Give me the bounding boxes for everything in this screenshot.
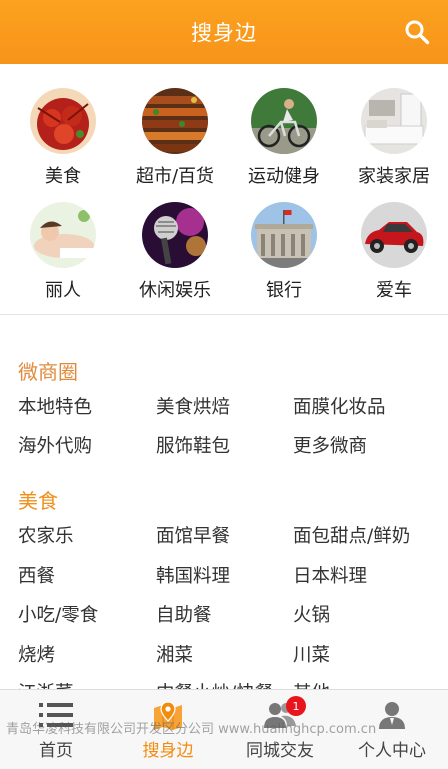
link-bbq[interactable]: 烧烤 [18,641,55,667]
link-korean[interactable]: 韩国料理 [156,562,230,588]
page-title: 搜身边 [191,21,257,45]
link-buffet[interactable]: 自助餐 [156,601,212,627]
link-farmhouse[interactable]: 农家乐 [18,522,74,548]
market-skewers-icon [142,88,208,154]
category-car[interactable]: 爱车 [338,192,448,304]
link-local-specialty[interactable]: 本地特色 [18,393,92,419]
bedroom-icon [361,88,427,154]
section-title-food: 美食 [18,489,58,513]
tab-friends[interactable]: 同城交友 1 [224,690,336,769]
tab-label: 搜身边 [142,741,194,761]
link-overseas-purchase[interactable]: 海外代购 [18,432,92,458]
tab-label: 同城交友 [246,741,314,761]
tab-profile[interactable]: 个人中心 [336,690,448,769]
link-apparel[interactable]: 服饰鞋包 [156,432,230,458]
category-sports[interactable]: 运动健身 [228,78,340,190]
category-label: 运动健身 [248,166,320,187]
red-car-icon [361,202,427,268]
category-label: 丽人 [45,280,81,301]
search-icon[interactable] [404,19,430,45]
link-cosmetics[interactable]: 面膜化妆品 [293,393,386,419]
link-more-weishang[interactable]: 更多微商 [293,432,367,458]
link-sichuan[interactable]: 川菜 [293,641,330,667]
microphone-icon [142,202,208,268]
crayfish-food-icon [30,88,96,154]
link-hunan[interactable]: 湘菜 [156,641,193,667]
link-bakery-milk[interactable]: 面包甜点/鲜奶 [293,522,410,548]
tab-label: 首页 [39,741,73,761]
notification-badge: 1 [286,696,306,716]
category-label: 家装家居 [358,166,430,187]
link-western[interactable]: 西餐 [18,562,55,588]
category-label: 休闲娱乐 [139,280,211,301]
category-label: 银行 [266,280,302,301]
category-food[interactable]: 美食 [7,78,119,190]
category-home[interactable]: 家装家居 [338,78,448,190]
link-hotpot[interactable]: 火锅 [293,601,330,627]
category-label: 超市/百货 [135,166,215,187]
category-grid: 美食 超市/百货 运动健身 家装家居 丽人 休闲娱乐 银行 爱车 [0,78,448,306]
category-bank[interactable]: 银行 [228,192,340,304]
top-header: 搜身边 [0,0,448,64]
map-pin-icon [152,700,184,730]
tab-home[interactable]: 首页 [0,690,112,769]
tab-nearby[interactable]: 搜身边 [112,690,224,769]
category-beauty[interactable]: 丽人 [7,192,119,304]
bottom-tab-bar: 首页 搜身边 同城交友 1 个人中心 [0,689,448,769]
menu-lines-icon [39,700,73,730]
link-japanese[interactable]: 日本料理 [293,562,367,588]
category-entertainment[interactable]: 休闲娱乐 [119,192,231,304]
tab-label: 个人中心 [358,741,426,761]
link-noodles-breakfast[interactable]: 面馆早餐 [156,522,230,548]
section-divider [0,314,448,315]
category-label: 美食 [45,166,81,187]
spa-woman-icon [30,202,96,268]
cyclist-icon [251,88,317,154]
section-title-weishang: 微商圈 [18,360,78,384]
bank-building-icon [251,202,317,268]
link-snacks[interactable]: 小吃/零食 [18,601,98,627]
category-market[interactable]: 超市/百货 [119,78,231,190]
person-icon [377,700,407,730]
link-baking[interactable]: 美食烘焙 [156,393,230,419]
category-label: 爱车 [376,280,412,301]
